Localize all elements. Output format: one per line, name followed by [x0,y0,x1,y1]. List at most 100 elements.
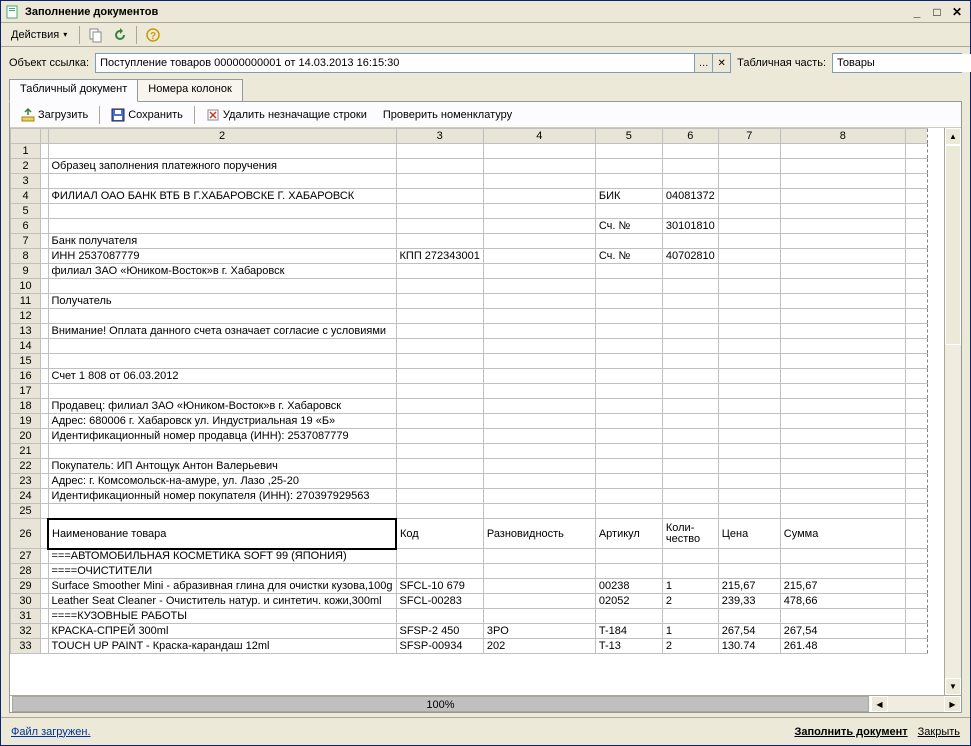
cell[interactable]: Разновидность [483,519,595,549]
cell[interactable] [905,639,927,654]
tab-tabular-doc[interactable]: Табличный документ [9,79,138,102]
cell[interactable] [905,384,927,399]
cell[interactable] [396,159,483,174]
cell[interactable] [396,264,483,279]
cell[interactable] [718,204,780,219]
cell[interactable] [780,249,905,264]
cell[interactable] [718,369,780,384]
cell[interactable]: SFSP-2 450 [396,624,483,639]
cell[interactable] [483,354,595,369]
cell[interactable] [41,399,49,414]
cell[interactable] [396,489,483,504]
table-row[interactable]: 2Образец заполнения платежного поручения [11,159,928,174]
cell[interactable] [41,519,49,549]
cell[interactable] [718,294,780,309]
row-header[interactable]: 3 [11,174,41,189]
cell[interactable]: КПП 272343001 [396,249,483,264]
cell[interactable] [718,279,780,294]
cell[interactable] [595,354,662,369]
cell[interactable] [595,459,662,474]
cell[interactable] [41,219,49,234]
cell[interactable] [905,564,927,579]
table-row[interactable]: 31 ====КУЗОВНЫЕ РАБОТЫ [11,609,928,624]
cell[interactable]: Сумма [780,519,905,549]
cell[interactable] [48,144,396,159]
cell[interactable] [396,459,483,474]
cell[interactable] [595,339,662,354]
table-row[interactable]: 21 [11,444,928,459]
cell[interactable] [662,504,718,519]
cell[interactable] [780,294,905,309]
row-header[interactable]: 2 [11,159,41,174]
table-row[interactable]: 27 ===АВТОМОБИЛЬНАЯ КОСМЕТИКА SOFT 99 (ЯП… [11,549,928,564]
cell[interactable] [905,474,927,489]
cell[interactable] [41,309,49,324]
cell[interactable] [41,414,49,429]
cell[interactable] [595,384,662,399]
table-row[interactable]: 17 [11,384,928,399]
table-row[interactable]: 12 [11,309,928,324]
row-header[interactable]: 17 [11,384,41,399]
cell[interactable] [41,459,49,474]
cell[interactable] [905,144,927,159]
cell[interactable] [780,459,905,474]
cell[interactable] [396,369,483,384]
cell[interactable] [483,399,595,414]
table-row[interactable]: 18Продавец: филиал ЗАО «Юником-Восток»в … [11,399,928,414]
cell[interactable] [41,624,49,639]
row-header[interactable]: 27 [11,549,41,564]
cell[interactable] [396,324,483,339]
cell[interactable]: 00238 [595,579,662,594]
cell[interactable] [41,384,49,399]
load-button[interactable]: Загрузить [14,104,95,126]
cell[interactable] [905,444,927,459]
cell[interactable]: Сч. № [595,219,662,234]
cell[interactable] [780,219,905,234]
table-row[interactable]: 29Surface Smoother Mini - абразивная гли… [11,579,928,594]
cell[interactable] [718,549,780,564]
cell[interactable] [780,384,905,399]
cell[interactable] [41,264,49,279]
cell[interactable] [483,369,595,384]
cell[interactable] [595,444,662,459]
cell[interactable]: ====ОЧИСТИТЕЛИ [48,564,396,579]
cell[interactable] [48,204,396,219]
cell[interactable]: SFCL-00283 [396,594,483,609]
cell[interactable] [41,489,49,504]
cell[interactable] [483,294,595,309]
cell[interactable] [780,414,905,429]
cell[interactable]: T-184 [595,624,662,639]
cell[interactable] [662,549,718,564]
cell[interactable] [595,264,662,279]
cell[interactable]: КРАСКА-СПРЕЙ 300ml [48,624,396,639]
cell[interactable] [780,474,905,489]
cell[interactable]: Наименование товара [48,519,396,549]
cell[interactable] [595,564,662,579]
cell[interactable] [41,504,49,519]
col-header-8[interactable]: 8 [780,129,905,144]
cell[interactable] [595,294,662,309]
cell[interactable] [718,609,780,624]
cell[interactable]: 3PO [483,624,595,639]
cell[interactable]: ФИЛИАЛ ОАО БАНК ВТБ В Г.ХАБАРОВСКЕ Г. ХА… [48,189,396,204]
cell[interactable] [396,144,483,159]
cell[interactable]: ===АВТОМОБИЛЬНАЯ КОСМЕТИКА SOFT 99 (ЯПОН… [48,549,396,564]
table-row[interactable]: 28 ====ОЧИСТИТЕЛИ [11,564,928,579]
cell[interactable] [396,609,483,624]
cell[interactable] [483,384,595,399]
row-header[interactable]: 8 [11,249,41,264]
cell[interactable] [595,174,662,189]
cell[interactable]: 40702810 [662,249,718,264]
row-header[interactable]: 30 [11,594,41,609]
cell[interactable] [718,429,780,444]
cell[interactable]: БИК [595,189,662,204]
cell[interactable] [662,489,718,504]
table-part-value[interactable] [833,54,971,72]
cell[interactable]: Внимание! Оплата данного счета означает … [48,324,396,339]
cell[interactable] [41,444,49,459]
cell[interactable] [662,414,718,429]
cell[interactable] [780,174,905,189]
cell[interactable] [905,369,927,384]
cell[interactable] [483,459,595,474]
cell[interactable] [595,549,662,564]
